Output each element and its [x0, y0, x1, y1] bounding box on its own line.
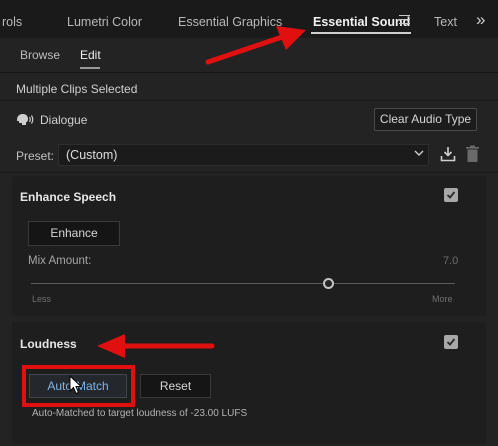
- enhance-speech-checkbox[interactable]: [444, 188, 458, 202]
- active-tab-indicator: [311, 32, 411, 34]
- preset-label: Preset:: [16, 149, 55, 163]
- slider-max-label: More: [432, 294, 453, 304]
- enhance-speech-title: Enhance Speech: [20, 190, 117, 204]
- slider-min-label: Less: [32, 294, 52, 304]
- selection-status: Multiple Clips Selected: [16, 82, 138, 96]
- reset-button[interactable]: Reset: [140, 374, 211, 398]
- preset-dropdown[interactable]: (Custom): [58, 144, 429, 166]
- speaking-head-icon: [17, 114, 34, 125]
- red-arrow-icon: [205, 26, 306, 65]
- mix-amount-slider[interactable]: [31, 283, 455, 284]
- tab-text[interactable]: Text: [434, 15, 457, 29]
- loudness-checkbox[interactable]: [444, 335, 458, 349]
- subtab-browse[interactable]: Browse: [20, 48, 60, 62]
- checkmark-icon: [446, 191, 456, 199]
- mix-amount-value: 7.0: [443, 255, 459, 267]
- divider: [0, 72, 498, 73]
- enhance-button[interactable]: Enhance: [28, 221, 120, 246]
- loudness-title: Loudness: [20, 337, 77, 351]
- hamburger-menu-icon[interactable]: [399, 15, 410, 24]
- divider: [0, 100, 498, 101]
- loudness-status: Auto-Matched to target loudness of -23.0…: [32, 408, 248, 419]
- chevron-down-icon[interactable]: [414, 149, 424, 157]
- subtab-edit[interactable]: Edit: [80, 48, 101, 62]
- trash-icon[interactable]: [465, 145, 480, 163]
- tab-lumetri-color[interactable]: Lumetri Color: [67, 15, 142, 29]
- tab-controls[interactable]: rols: [2, 15, 22, 29]
- active-subtab-indicator: [80, 67, 100, 69]
- double-chevron-right-icon[interactable]: »: [476, 10, 485, 30]
- audio-type-label: Dialogue: [40, 113, 88, 127]
- download-icon[interactable]: [440, 146, 456, 162]
- checkmark-icon: [446, 338, 456, 346]
- mouse-pointer-icon: [69, 375, 83, 395]
- divider: [0, 172, 498, 173]
- tab-essential-sound[interactable]: Essential Sound: [313, 15, 410, 29]
- red-arrow-icon: [97, 334, 215, 358]
- mix-amount-label: Mix Amount:: [28, 255, 92, 267]
- clear-audio-type-button[interactable]: Clear Audio Type: [374, 108, 477, 131]
- mix-amount-slider-thumb[interactable]: [323, 278, 334, 289]
